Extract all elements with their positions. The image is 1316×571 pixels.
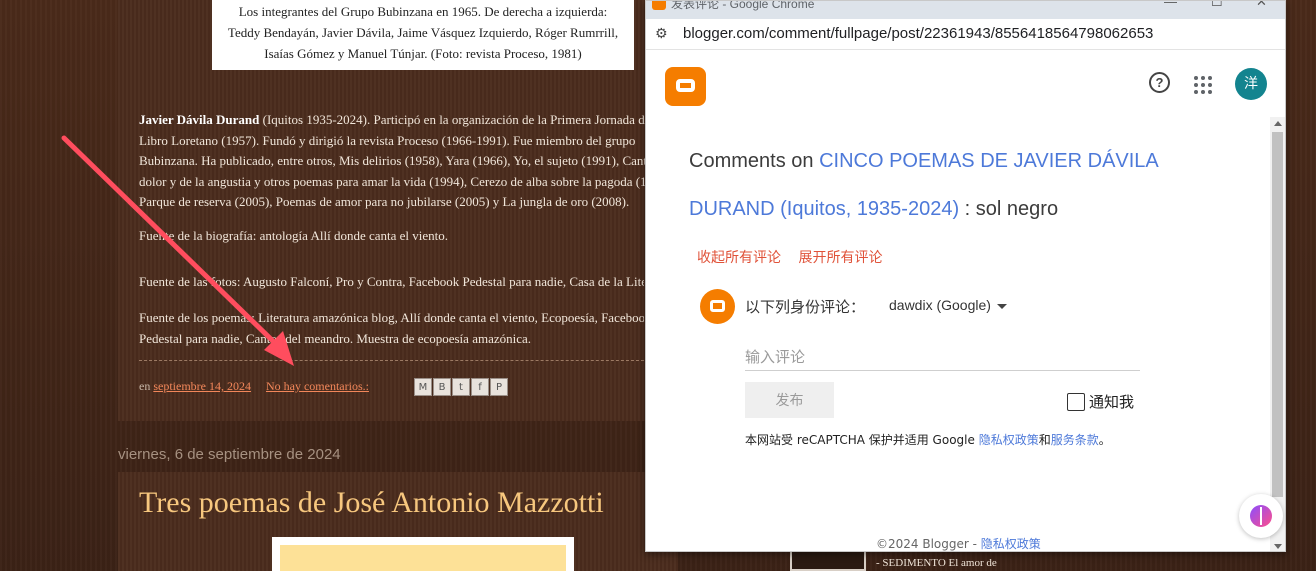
recaptcha-text: 本网站受 reCAPTCHA 保护并适用 Google — [745, 433, 979, 447]
author-name: Javier Dávila Durand — [139, 112, 260, 127]
comments-on-label: Comments on — [689, 150, 820, 172]
period-text: 。 — [1098, 433, 1111, 447]
blog-name: : sol negro — [959, 198, 1059, 220]
share-buttons: M B t f P — [414, 378, 508, 396]
help-icon[interactable]: ? — [1149, 72, 1170, 93]
comment-popup-window: 发表评论 - Google Chrome — ☐ ✕ ⚙ blogger.com… — [645, 0, 1286, 552]
bio-line: Libro Loretano (1957). Fundó y dirigió l… — [139, 132, 636, 148]
terms-link[interactable]: 服务条款 — [1051, 433, 1099, 447]
sidebar-post-snippet[interactable]: - SEDIMENTO El amor de — [876, 557, 997, 569]
comment-as-label: 以下列身份评论： — [745, 298, 866, 316]
expand-all-link[interactable]: 展开所有评论 — [798, 250, 882, 266]
blogger-identity-icon — [700, 289, 735, 324]
blogger-favicon-icon — [652, 1, 666, 10]
checkbox-icon[interactable] — [1067, 392, 1085, 411]
photo-caption: Los integrantes del Grupo Bubinzana en 1… — [212, 0, 634, 70]
biography-source: Fuente de la biografía: antología Allí d… — [139, 228, 449, 243]
address-bar[interactable]: ⚙ blogger.com/comment/fullpage/post/2236… — [646, 19, 1285, 50]
notify-me-label: 通知我 — [1089, 393, 1135, 411]
posted-prefix: en — [139, 379, 151, 393]
comment-page: ? 洋 Comments on CINCO POEMAS DE JAVIER D… — [646, 51, 1270, 551]
window-title: 发表评论 - Google Chrome — [671, 0, 815, 11]
pinterest-icon[interactable]: P — [490, 378, 508, 396]
copyright-text: ©2024 Blogger - — [876, 537, 981, 551]
post-image — [272, 537, 574, 571]
close-icon[interactable]: ✕ — [1256, 1, 1267, 10]
window-titlebar: 发表评论 - Google Chrome — ☐ ✕ — [646, 1, 1285, 19]
date-header: viernes, 6 de septiembre de 2024 — [118, 446, 341, 463]
scrollbar-thumb[interactable] — [1272, 132, 1283, 497]
caption-line: Teddy Bendayán, Javier Dávila, Jaime Vás… — [227, 25, 619, 40]
chevron-down-icon — [996, 303, 1007, 309]
recaptcha-notice: 本网站受 reCAPTCHA 保护并适用 Google 隐私权政策和服务条款。 — [745, 431, 1111, 448]
blogthis-icon[interactable]: B — [433, 378, 451, 396]
twitter-icon[interactable]: t — [452, 378, 470, 396]
privacy-policy-link[interactable]: 隐私权政策 — [979, 433, 1039, 447]
author-biography: Javier Dávila Durand (Iquitos 1935-2024)… — [139, 110, 649, 213]
email-icon[interactable]: M — [414, 378, 432, 396]
avatar[interactable]: 洋 — [1235, 68, 1267, 100]
bio-line: dolor y de la angustia y otros poemas pa… — [139, 173, 649, 189]
facebook-icon[interactable]: f — [471, 378, 489, 396]
publish-button[interactable]: 发布 — [745, 382, 834, 418]
poems-source-line: Fuente de los poemas: Literatura amazóni… — [139, 310, 644, 325]
notify-me-checkbox[interactable]: 通知我 — [1067, 391, 1134, 412]
footer-copyright: ©2024 Blogger - 隐私权政策 — [876, 535, 1041, 551]
bio-line: (Iquitos 1935-2024). Participó en la org… — [259, 112, 649, 127]
footer-privacy-link[interactable]: 隐私权政策 — [981, 537, 1041, 551]
caption-line: Los integrantes del Grupo Bubinzana en 1… — [238, 4, 608, 19]
maximize-icon[interactable]: ☐ — [1211, 1, 1223, 10]
scroll-down-icon[interactable] — [1274, 544, 1282, 549]
scroll-up-icon[interactable] — [1274, 121, 1282, 126]
bio-line: Parque de reserva (2005), Poemas de amor… — [139, 194, 630, 209]
bio-line: Bubinzana. Ha publicado, entre otros, Mi… — [139, 153, 649, 168]
post-date-link[interactable]: septiembre 14, 2024 — [153, 379, 251, 393]
minimize-icon[interactable]: — — [1164, 1, 1177, 9]
and-text: 和 — [1038, 433, 1051, 447]
identity-dropdown[interactable]: dawdix (Google) — [889, 297, 1007, 313]
comments-heading: Comments on CINCO POEMAS DE JAVIER DÁVIL… — [689, 137, 1244, 233]
collapse-all-link[interactable]: 收起所有评论 — [697, 250, 781, 266]
page-url[interactable]: blogger.com/comment/fullpage/post/223619… — [683, 25, 1153, 42]
post-divider — [139, 360, 644, 361]
comments-link[interactable]: No hay comentarios.: — [266, 379, 369, 393]
ai-assistant-icon[interactable] — [1239, 494, 1283, 538]
post-footer: en septiembre 14, 2024 No hay comentario… — [139, 379, 369, 394]
comment-input[interactable] — [745, 343, 1140, 371]
site-settings-icon[interactable]: ⚙ — [655, 26, 668, 42]
post-title-link[interactable]: Tres poemas de José Antonio Mazzotti — [139, 486, 604, 520]
comment-toggle-links: 收起所有评论 展开所有评论 — [697, 247, 895, 267]
photos-source: Fuente de las fotos: Augusto Falconí, Pr… — [139, 274, 644, 289]
poems-source: Fuente de los poemas: Literatura amazóni… — [139, 308, 644, 349]
apps-grid-icon[interactable] — [1194, 76, 1212, 94]
blogger-logo-icon[interactable] — [665, 67, 706, 106]
scrollbar[interactable] — [1270, 117, 1285, 551]
identity-value: dawdix (Google) — [889, 297, 991, 313]
caption-line: Isaías Gómez y Manuel Túnjar. (Foto: rev… — [264, 46, 582, 61]
poems-source-line: Pedestal para nadie, Cantos del meandro.… — [139, 330, 532, 346]
